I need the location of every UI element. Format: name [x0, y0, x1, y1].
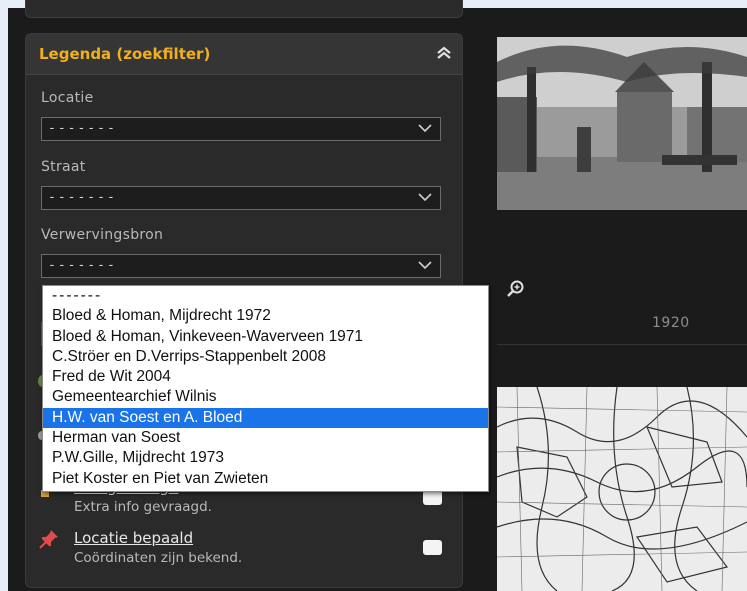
legend-header[interactable]: Legenda (zoekfilter) [26, 34, 462, 75]
straat-label: Straat [41, 159, 86, 175]
verwervingsbron-value: ------- [48, 258, 117, 273]
straat-select[interactable]: ------- [41, 186, 441, 210]
top-panel [25, 0, 463, 18]
dropdown-option[interactable]: P.W.Gille, Mijdrecht 1973 [43, 448, 488, 468]
window-frame-left [0, 0, 8, 591]
double-chevron-up-icon[interactable] [436, 46, 452, 60]
dropdown-option[interactable]: Bloed & Homan, Vinkeveen-Waverveen 1971 [43, 327, 488, 347]
result-map-thumbnail[interactable] [497, 387, 747, 591]
dropdown-option[interactable]: ------- [43, 286, 488, 306]
chevron-down-icon [418, 193, 432, 202]
straat-value: ------- [48, 190, 117, 205]
historic-street-photo [497, 37, 747, 210]
result-year: 1920 [652, 315, 690, 331]
dropdown-option[interactable]: Piet Koster en Piet van Zwieten [43, 469, 488, 489]
chevron-down-icon [418, 124, 432, 133]
verwervingsbron-dropdown-list[interactable]: ------- Bloed & Homan, Mijdrecht 1972 Bl… [42, 285, 489, 492]
info-gevraagd-desc: Extra info gevraagd. [74, 499, 212, 515]
pushpin-icon [39, 530, 58, 549]
dropdown-option[interactable]: Gemeentearchief Wilnis [43, 387, 488, 407]
verwervingsbron-label: Verwervingsbron [41, 227, 164, 243]
locatie-bepaald-desc: Coördinaten zijn bekend. [74, 550, 243, 566]
locatie-bepaald-link[interactable]: Locatie bepaald [74, 529, 193, 547]
locatie-select[interactable]: ------- [41, 117, 441, 141]
historic-map-image [497, 387, 747, 591]
dropdown-option[interactable]: Bloed & Homan, Mijdrecht 1972 [43, 306, 488, 326]
results-divider [497, 344, 747, 345]
locatie-label: Locatie [41, 90, 94, 106]
info-gevraagd-checkbox[interactable] [423, 490, 442, 505]
zoom-in-icon[interactable] [507, 280, 525, 298]
legend-title: Legenda (zoekfilter) [39, 45, 211, 63]
dropdown-option-highlighted[interactable]: H.W. van Soest en A. Bloed [43, 407, 488, 429]
result-photo-thumbnail[interactable] [497, 37, 747, 210]
dropdown-option[interactable]: Herman van Soest [43, 428, 488, 448]
dropdown-option[interactable]: Fred de Wit 2004 [43, 367, 488, 387]
locatie-bepaald-checkbox[interactable] [423, 540, 442, 555]
locatie-value: ------- [48, 121, 117, 136]
chevron-down-icon [418, 261, 432, 270]
verwervingsbron-select[interactable]: ------- [41, 254, 441, 278]
dropdown-option[interactable]: C.Ströer en D.Verrips-Stappenbelt 2008 [43, 347, 488, 367]
